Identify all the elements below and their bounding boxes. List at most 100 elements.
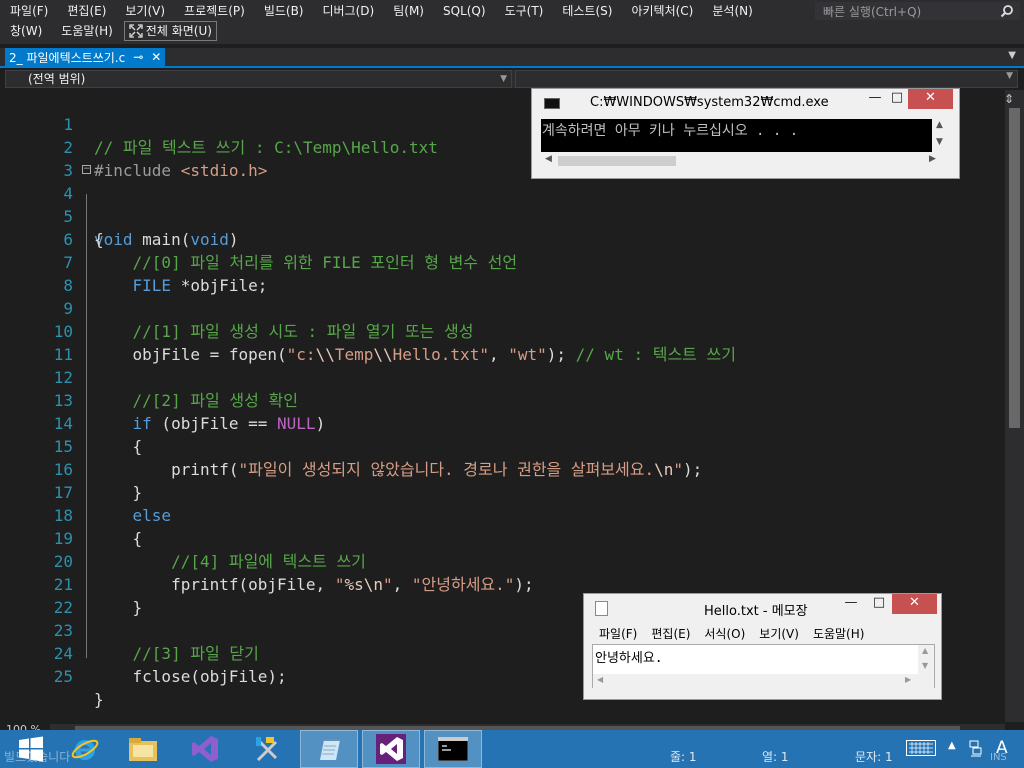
file-explorer-icon xyxy=(129,738,157,761)
menu-debug[interactable]: 디버그(D) xyxy=(313,2,384,20)
taskbar-visual-studio[interactable] xyxy=(176,730,234,768)
menu-window[interactable]: 창(W) xyxy=(0,22,51,40)
vertical-scrollbar[interactable] xyxy=(1005,90,1024,722)
notepad-window[interactable]: Hello.txt - 메모장 — □ ✕ 파일(F) 편집(E) 서식(O) … xyxy=(583,593,942,700)
taskbar-cmd[interactable] xyxy=(424,730,482,768)
tab-label: 2_ 파일에텍스트쓰기.c xyxy=(9,50,126,65)
notepad-icon xyxy=(595,601,608,616)
code-text: fclose(objFile); xyxy=(94,667,287,686)
scroll-thumb[interactable] xyxy=(558,156,676,166)
start-button[interactable] xyxy=(2,730,60,768)
quick-launch-placeholder: 빠른 실행(Ctrl+Q) xyxy=(823,5,922,19)
menu-edit[interactable]: 편집(E) xyxy=(57,2,115,20)
menu-architecture[interactable]: 아키텍처(C) xyxy=(621,2,702,20)
code-line: 14 { xyxy=(0,389,1000,456)
fullscreen-button[interactable]: 전체 화면(U) xyxy=(123,21,217,41)
member-dropdown[interactable]: ▼ xyxy=(515,70,1018,88)
document-tab-strip: 2_ 파일에텍스트쓰기.c ⊸ ✕ ▼ xyxy=(0,48,1024,68)
notepad-content: 안녕하세요. xyxy=(595,651,663,666)
notepad-menu-help[interactable]: 도움말(H) xyxy=(806,625,872,642)
split-icon[interactable]: ⇕ xyxy=(1004,92,1014,106)
fullscreen-icon xyxy=(129,24,143,38)
console-vertical-scrollbar[interactable]: ▲ ▼ xyxy=(932,119,949,152)
notepad-menu-view[interactable]: 보기(V) xyxy=(752,625,806,642)
console-output-area[interactable]: 계속하려면 아무 키나 누르십시오 . . . xyxy=(541,119,949,152)
taskbar-tools[interactable] xyxy=(238,730,296,768)
quick-launch-input[interactable]: 빠른 실행(Ctrl+Q) xyxy=(815,2,1020,20)
start-icon xyxy=(19,736,43,762)
close-button[interactable]: ✕ xyxy=(892,594,937,614)
chevron-up-icon[interactable]: ▲ xyxy=(936,120,943,130)
menu-bar: 파일(F) 편집(E) 보기(V) 프로젝트(P) 빌드(B) 디버그(D) 팀… xyxy=(0,0,1024,44)
code-line: 8 xyxy=(0,251,1000,295)
cmd-titlebar[interactable]: C:₩WINDOWS₩system32₩cmd.exe — □ ✕ xyxy=(532,89,959,117)
menu-file[interactable]: 파일(F) xyxy=(0,2,57,20)
chevron-left-icon[interactable]: ◀ xyxy=(597,675,603,684)
chevron-down-icon[interactable]: ▼ xyxy=(922,661,928,670)
fullscreen-label: 전체 화면(U) xyxy=(145,24,212,38)
menu-sql[interactable]: SQL(Q) xyxy=(433,2,495,20)
menu-help[interactable]: 도움말(H) xyxy=(51,22,122,40)
tab-document[interactable]: 2_ 파일에텍스트쓰기.c ⊸ ✕ xyxy=(5,48,166,66)
tray-chevron-icon[interactable]: ▲ xyxy=(948,740,956,751)
menu-project[interactable]: 프로젝트(P) xyxy=(174,2,254,20)
collapse-icon[interactable]: − xyxy=(82,165,91,174)
tools-icon xyxy=(256,737,278,762)
console-horizontal-scrollbar[interactable]: ◀ ▶ xyxy=(541,152,949,169)
console-text: 계속하려면 아무 키나 누르십시오 . . . xyxy=(542,123,799,139)
pin-icon[interactable]: ⊸ xyxy=(133,50,143,64)
status-column: 열: 1 xyxy=(762,750,789,764)
menu-analyze[interactable]: 분석(N) xyxy=(702,2,761,20)
menu-team[interactable]: 팀(M) xyxy=(383,2,433,20)
menu-row-secondary: 창(W) 도움말(H) 전체 화면(U) xyxy=(0,21,217,41)
menu-build[interactable]: 빌드(B) xyxy=(254,2,313,20)
notepad-horizontal-scrollbar[interactable]: ◀ ▶ xyxy=(593,674,934,688)
status-line: 줄: 1 xyxy=(670,750,697,764)
maximize-button[interactable]: □ xyxy=(866,594,892,614)
code-line: 13 if (objFile == NULL) xyxy=(0,366,1000,433)
code-line: 6 //[0] 파일 처리를 위한 FILE 포인터 형 변수 선언 xyxy=(0,205,1000,272)
minimize-button[interactable]: — xyxy=(838,594,864,614)
taskbar-notepad[interactable] xyxy=(300,730,358,768)
scroll-thumb[interactable] xyxy=(1009,108,1020,428)
menu-tools[interactable]: 도구(T) xyxy=(495,2,553,20)
menu-test[interactable]: 테스트(S) xyxy=(552,2,621,20)
notepad-menu-edit[interactable]: 편집(E) xyxy=(644,625,697,642)
code-line: 19 //[4] 파일에 텍스트 쓰기 xyxy=(0,504,1000,571)
notepad-vertical-scrollbar[interactable]: ▲ ▼ xyxy=(918,645,934,674)
close-icon[interactable]: ✕ xyxy=(151,50,161,64)
cmd-title: C:₩WINDOWS₩system32₩cmd.exe xyxy=(590,95,829,110)
code-line: 16 } xyxy=(0,435,1000,502)
internet-explorer-icon xyxy=(71,739,99,760)
menu-row-main: 파일(F) 편집(E) 보기(V) 프로젝트(P) 빌드(B) 디버그(D) 팀… xyxy=(0,1,762,21)
chevron-up-icon[interactable]: ▲ xyxy=(922,646,928,655)
code-line: 20 fprintf(objFile, "%s\n", "안녕하세요."); xyxy=(0,527,1000,594)
chevron-down-icon: ▼ xyxy=(1006,71,1013,81)
chevron-right-icon[interactable]: ▶ xyxy=(905,675,911,684)
code-line: 5 { xyxy=(0,182,1000,249)
taskbar-internet-explorer[interactable] xyxy=(56,730,114,768)
search-icon xyxy=(1000,5,1013,18)
chevron-down-icon[interactable]: ▼ xyxy=(936,137,943,147)
menu-view[interactable]: 보기(V) xyxy=(115,2,174,20)
notepad-menu-format[interactable]: 서식(O) xyxy=(697,625,752,642)
scope-value: (전역 범위) xyxy=(28,72,86,86)
notepad-menu-file[interactable]: 파일(F) xyxy=(592,625,644,642)
code-line: 21 } xyxy=(0,550,1000,617)
cmd-window[interactable]: C:₩WINDOWS₩system32₩cmd.exe — □ ✕ 계속하려면 … xyxy=(531,88,960,179)
taskbar-visual-studio-active[interactable] xyxy=(362,730,420,768)
notepad-text-area[interactable]: 안녕하세요. ▲ ▼ ◀ ▶ xyxy=(592,644,935,688)
chevron-down-icon[interactable]: ▼ xyxy=(1008,50,1016,61)
cmd-icon xyxy=(544,98,560,109)
maximize-button[interactable]: □ xyxy=(884,89,910,109)
scope-dropdown[interactable]: (전역 범위) ▼ xyxy=(5,70,512,88)
taskbar-file-explorer[interactable] xyxy=(114,730,172,768)
chevron-left-icon[interactable]: ◀ xyxy=(545,154,552,164)
code-line: 10 objFile = fopen("c:\\Temp\\Hello.txt"… xyxy=(0,297,1000,364)
code-line: 11 xyxy=(0,320,1000,364)
code-line: 17 else xyxy=(0,458,1000,525)
close-button[interactable]: ✕ xyxy=(908,89,953,109)
keyboard-icon[interactable] xyxy=(906,740,936,756)
chevron-right-icon[interactable]: ▶ xyxy=(929,154,936,164)
network-icon[interactable] xyxy=(968,740,984,758)
